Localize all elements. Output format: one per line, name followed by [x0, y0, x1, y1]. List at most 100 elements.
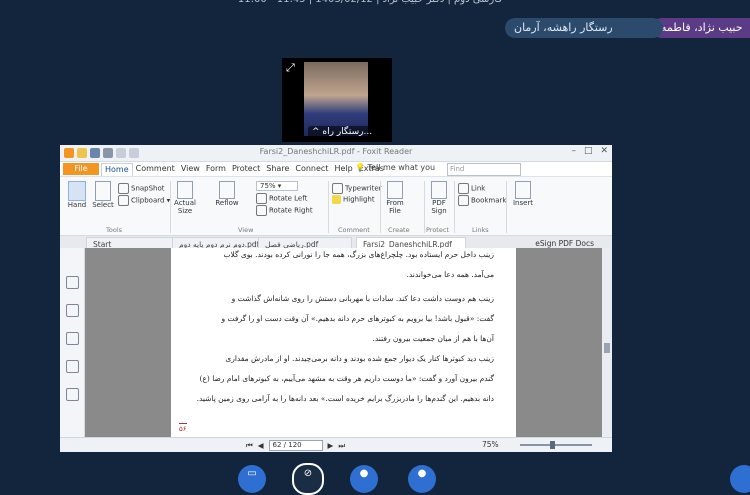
zoom-slider-knob[interactable]: [550, 441, 556, 449]
menu-connect[interactable]: Connect: [292, 163, 331, 176]
page-text-line: زینب هم دوست داشت دعا کند. سادات با مهرب…: [231, 294, 494, 303]
page-number-label: ۵۶: [179, 423, 187, 433]
camera-off-icon: ⊘: [303, 468, 313, 479]
rotate-right-button[interactable]: Rotate Right: [256, 205, 313, 216]
hand-icon: [68, 181, 86, 201]
layers-panel-icon[interactable]: [66, 332, 79, 345]
menu-protect[interactable]: Protect: [229, 163, 263, 176]
menu-home[interactable]: Home: [101, 163, 133, 176]
menu-items: Home Comment View Form Protect Share Con…: [101, 163, 387, 176]
ribbon-separator: [454, 181, 455, 233]
document-viewport[interactable]: زینب داخل حرم ایستاده بود. چلچراغ‌های بز…: [85, 248, 602, 437]
actual-size-label: Actual Size: [174, 199, 196, 215]
camera-off-button[interactable]: ⊘: [292, 463, 324, 495]
video-tile[interactable]: ⤢ ^ رستگار راه...: [282, 58, 392, 142]
more-options-button[interactable]: [730, 465, 750, 493]
typewriter-button[interactable]: Typewriter: [332, 183, 382, 194]
first-page-icon[interactable]: ⏮: [246, 441, 253, 451]
video-feed: [304, 62, 368, 136]
protect-group-label: Protect: [426, 226, 449, 234]
page-text-line: زینب داخل حرم ایستاده بود. چلچراغ‌های بز…: [223, 250, 494, 259]
prev-page-icon[interactable]: ◀: [258, 441, 264, 450]
link-button[interactable]: Link: [458, 183, 485, 194]
hand-label: Hand: [67, 201, 87, 209]
from-file-icon: [387, 181, 403, 199]
tell-me-label: Tell me what you: [367, 163, 436, 172]
snapshot-label: SnapShot: [131, 184, 165, 193]
menu-bar: File Home Comment View Form Protect Shar…: [60, 162, 612, 177]
hand-tool-button[interactable]: Hand: [64, 181, 90, 209]
comments-panel-icon[interactable]: [66, 360, 79, 373]
attachments-panel-icon[interactable]: [66, 388, 79, 401]
clipboard-icon: [118, 195, 129, 206]
bookmarks-panel-icon[interactable]: [66, 276, 79, 289]
reflow-button[interactable]: Reflow: [214, 181, 240, 207]
links-group-label: Links: [472, 226, 489, 234]
vertical-scrollbar[interactable]: [602, 248, 612, 437]
comment-group-label: Comment: [338, 226, 370, 234]
insert-icon: [515, 181, 531, 199]
participant-chip-1[interactable]: حبیب نژاد، فاطمه: [652, 18, 750, 38]
link-label: Link: [471, 184, 486, 193]
pdf-reader-window: Farsi2_DaneshchiLR.pdf - Foxit Reader – …: [60, 145, 612, 452]
from-file-label: From File: [386, 199, 404, 215]
page-text-line: دانه بدهیم. این گندم‌ها را مادربزرگ برای…: [196, 394, 494, 403]
select-icon: [95, 181, 111, 201]
close-icon[interactable]: ✕: [600, 146, 608, 156]
left-panel: [60, 248, 85, 438]
page-number-input[interactable]: 62 / 120: [268, 440, 323, 451]
rotate-left-button[interactable]: Rotate Left: [256, 193, 307, 204]
file-menu[interactable]: File: [63, 163, 99, 175]
camera-icon: [118, 183, 129, 194]
status-bar: ⏮ ◀ 62 / 120 ▶ ⏭ 75%: [60, 437, 612, 452]
menu-share[interactable]: Share: [263, 163, 292, 176]
pdf-page: زینب داخل حرم ایستاده بود. چلچراغ‌های بز…: [171, 248, 516, 437]
clipboard-button[interactable]: Clipboard ▾: [118, 195, 170, 206]
find-input[interactable]: Find: [447, 163, 521, 176]
zoom-slider[interactable]: [520, 441, 592, 449]
typewriter-label: Typewriter: [345, 184, 382, 193]
rotate-right-icon: [256, 205, 267, 216]
title-bar: Farsi2_DaneshchiLR.pdf - Foxit Reader – …: [60, 145, 612, 162]
zoom-value: 75%: [260, 182, 276, 190]
snapshot-button[interactable]: SnapShot: [118, 183, 165, 194]
scroll-thumb[interactable]: [604, 343, 610, 353]
actual-size-button[interactable]: Actual Size: [172, 181, 198, 215]
menu-form[interactable]: Form: [203, 163, 229, 176]
pdf-sign-button[interactable]: PDF Sign: [426, 181, 452, 215]
from-file-button[interactable]: From File: [382, 181, 408, 215]
menu-comment[interactable]: Comment: [133, 163, 178, 176]
menu-help[interactable]: Help: [331, 163, 355, 176]
pages-panel-icon[interactable]: [66, 304, 79, 317]
pdf-sign-label: PDF Sign: [431, 199, 447, 215]
page-text-line: آن‌ها با هم از میان جمعیت بیرون رفتند.: [372, 334, 494, 343]
zoom-select[interactable]: 75% ▾: [256, 181, 298, 191]
insert-button[interactable]: Insert: [510, 181, 536, 207]
video-tile-name: ^ رستگار راه...: [308, 126, 377, 138]
last-page-icon[interactable]: ⏭: [338, 441, 345, 451]
participants-button[interactable]: ●: [350, 465, 378, 493]
page-navigation: ⏮ ◀ 62 / 120 ▶ ⏭: [246, 440, 345, 451]
window-title: Farsi2_DaneshchiLR.pdf - Foxit Reader: [259, 147, 413, 156]
next-page-icon[interactable]: ▶: [328, 441, 334, 450]
maximize-icon[interactable]: □: [584, 146, 593, 156]
expand-icon[interactable]: ⤢: [286, 62, 298, 74]
menu-view[interactable]: View: [178, 163, 203, 176]
bookmark-icon: [458, 195, 469, 206]
highlight-button[interactable]: Highlight: [332, 195, 375, 204]
mic-button[interactable]: ●: [408, 465, 436, 493]
person-icon: ●: [359, 468, 369, 479]
bookmark-button[interactable]: Bookmark: [458, 195, 506, 206]
page-text-line: زینب دید کبوترها کنار یک دیوار جمع شده ب…: [225, 354, 494, 363]
rotate-right-label: Rotate Right: [269, 206, 313, 215]
participant-chip-2[interactable]: رستگار راهشه، آرمان: [505, 18, 663, 38]
minimize-icon[interactable]: –: [571, 146, 576, 156]
highlight-icon: [332, 195, 341, 204]
tell-me-box[interactable]: 💡 Tell me what you: [355, 163, 435, 172]
share-screen-icon: ▭: [247, 468, 257, 479]
share-screen-button[interactable]: ▭: [238, 465, 266, 493]
clipboard-label: Clipboard: [131, 196, 165, 205]
page-text-line: گفت: «قبول باشد! بیا برویم به کبوترهای ح…: [221, 314, 494, 323]
select-tool-button[interactable]: Select: [90, 181, 116, 209]
ribbon-separator: [506, 181, 507, 233]
